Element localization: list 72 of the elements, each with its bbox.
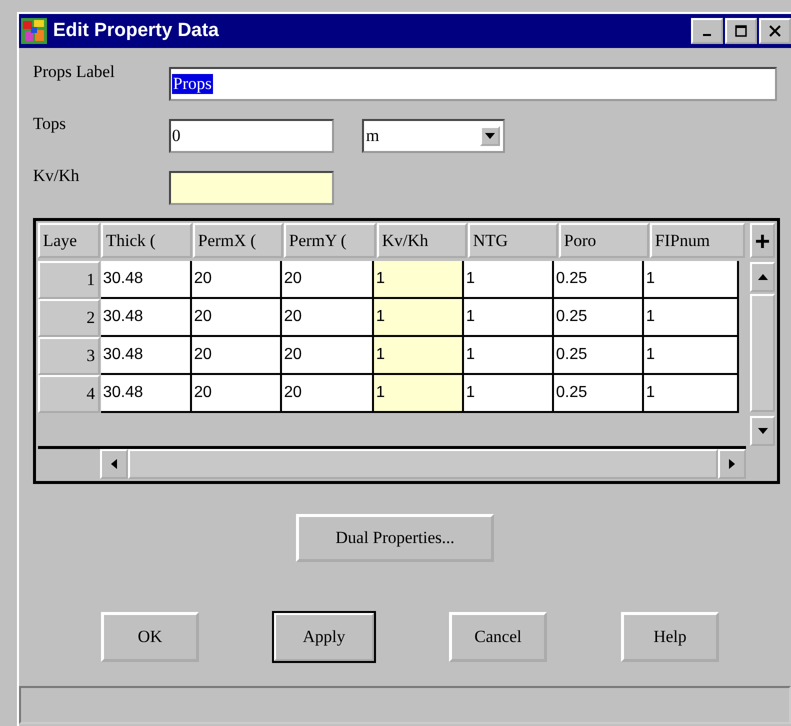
scroll-up-button[interactable] [750,262,775,292]
dialog-button[interactable]: Help [621,612,719,662]
table-cell[interactable]: 1 [464,261,554,299]
table-cell[interactable]: 1 [464,299,554,337]
scroll-down-button[interactable] [750,416,775,446]
table-cell[interactable]: 30.48 [101,261,192,299]
dialog-button[interactable]: OK [101,612,199,662]
scroll-left-button[interactable] [100,449,128,479]
column-header[interactable]: Kv/Kh [377,223,467,258]
horizontal-scrollbar[interactable] [128,449,718,479]
column-header[interactable]: NTG [468,223,558,258]
field-label: Kv/Kh [33,165,80,186]
table-cell[interactable]: 1 [464,375,554,413]
column-header[interactable]: Poro [559,223,649,258]
maximize-icon [735,25,747,37]
table-cell[interactable]: 20 [192,375,282,413]
dual-properties-button[interactable]: Dual Properties... [296,514,494,562]
table-cell[interactable]: 20 [282,299,374,337]
vertical-scrollbar[interactable] [750,294,775,412]
table-cell[interactable]: 30.48 [101,299,192,337]
minimize-icon [703,34,711,36]
table-cell[interactable]: 20 [282,337,374,375]
table-cell[interactable]: 20 [192,261,282,299]
input-field[interactable] [169,171,334,205]
column-header[interactable]: Thick ( [101,223,192,258]
field-label: Tops [33,113,67,134]
field-value: 0 [172,126,180,146]
left-arrow-icon [111,459,117,469]
row-header[interactable]: 4 [38,375,100,413]
dialog-button[interactable]: Apply [273,612,375,662]
table-cell[interactable]: 1 [374,261,464,299]
table-cell[interactable]: 1 [374,337,464,375]
table-cell[interactable]: 0.25 [554,375,644,413]
maximize-button[interactable] [725,18,757,44]
row-header[interactable]: 2 [38,299,100,337]
column-header[interactable]: Laye [38,223,100,258]
table-cell[interactable]: 1 [374,299,464,337]
dialog-button[interactable]: Cancel [449,612,547,662]
add-row-button[interactable]: + [750,223,775,258]
table-cell[interactable]: 20 [282,375,374,413]
table-cell[interactable]: 20 [192,337,282,375]
table-cell[interactable]: 1 [644,299,739,337]
row-header[interactable]: 3 [38,337,100,375]
table-cell[interactable]: 1 [644,375,739,413]
row-header[interactable]: 1 [38,261,100,299]
scroll-right-button[interactable] [718,449,746,479]
table-cell[interactable]: 1 [464,337,554,375]
table-cell[interactable]: 0.25 [554,337,644,375]
input-field[interactable]: 0 [169,119,334,153]
table-cell[interactable]: 20 [282,261,374,299]
field-value: Props [172,74,213,94]
close-button[interactable] [759,18,791,44]
table-cell[interactable]: 20 [192,299,282,337]
column-header[interactable]: PermX ( [193,223,283,258]
right-arrow-icon [729,459,735,469]
window-title: Edit Property Data [53,20,220,42]
table-cell[interactable]: 30.48 [101,375,192,413]
app-icon [21,18,47,44]
table-cell[interactable]: 0.25 [554,261,644,299]
table-cell[interactable]: 0.25 [554,299,644,337]
down-arrow-icon [758,428,768,434]
column-header[interactable]: PermY ( [284,223,376,258]
table-cell[interactable]: 1 [644,261,739,299]
table-cell[interactable]: 1 [374,375,464,413]
table-cell[interactable]: 1 [644,337,739,375]
input-field[interactable]: Props [169,67,777,101]
column-header[interactable]: FIPnum [650,223,745,258]
close-icon [769,25,781,37]
table-cell[interactable]: 30.48 [101,337,192,375]
up-arrow-icon [758,274,768,280]
unit-dropdown[interactable]: m [362,119,505,153]
field-label: Props Label [33,61,116,82]
